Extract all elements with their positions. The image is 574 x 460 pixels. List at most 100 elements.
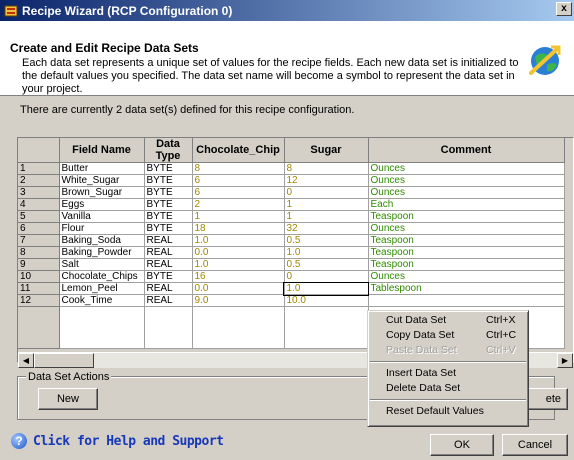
menu-item-reset-default-values[interactable]: Reset Default Values [368,404,528,419]
table-row[interactable]: 3 Brown_Sugar BYTE 6 0 Ounces [18,186,565,199]
table-row[interactable]: 6 Flour BYTE 18 32 Ounces [18,222,565,235]
table-row[interactable]: 11 Lemon_Peel REAL 0.0 1.0 Tablespoon [18,281,565,296]
help-link-label[interactable]: Click for Help and Support [33,434,224,449]
field-name-cell[interactable]: Vanilla [59,210,145,223]
row-number[interactable]: 6 [18,222,60,235]
data-type-cell[interactable]: REAL [144,294,193,307]
chocolate-chip-cell[interactable]: 16 [192,270,285,283]
field-name-cell[interactable]: Butter [59,162,145,175]
table-row[interactable]: 1 Butter BYTE 8 8 Ounces [18,162,565,175]
table-row[interactable]: 7 Baking_Soda REAL 1.0 0.5 Teaspoon [18,234,565,247]
data-type-cell[interactable]: BYTE [144,270,193,283]
chocolate-chip-cell[interactable]: 1 [192,210,285,223]
comment-cell[interactable]: Ounces [368,174,565,187]
table-row[interactable]: 4 Eggs BYTE 2 1 Each [18,198,565,211]
row-number[interactable]: 1 [18,162,60,175]
sugar-cell[interactable]: 8 [284,162,369,175]
field-name-cell[interactable]: Baking_Soda [59,234,145,247]
ok-button[interactable]: OK [430,434,494,456]
scroll-left-arrow-icon[interactable]: ◀ [18,353,34,368]
comment-cell[interactable]: Ounces [368,186,565,199]
comment-cell[interactable]: Tablespoon [368,282,565,295]
row-number[interactable]: 8 [18,246,60,259]
comment-cell[interactable]: Each [368,198,565,211]
comment-cell[interactable]: Ounces [368,222,565,235]
field-name-cell[interactable]: White_Sugar [59,174,145,187]
field-name-cell[interactable]: Cook_Time [59,294,145,307]
row-number[interactable]: 7 [18,234,60,247]
chocolate-chip-cell[interactable]: 8 [192,162,285,175]
sugar-cell[interactable]: 0 [284,270,369,283]
chocolate-chip-cell[interactable]: 1.0 [192,234,285,247]
row-number[interactable]: 12 [18,294,60,307]
table-row[interactable]: 10 Chocolate_Chips BYTE 16 0 Ounces [18,270,565,283]
data-type-cell[interactable]: BYTE [144,210,193,223]
comment-cell[interactable]: Ounces [368,162,565,175]
column-header[interactable] [18,138,60,163]
cancel-button[interactable]: Cancel [502,434,568,456]
chocolate-chip-cell[interactable]: 0.0 [192,246,285,259]
sugar-cell[interactable]: 32 [284,222,369,235]
data-type-cell[interactable]: BYTE [144,186,193,199]
column-header-sugar[interactable]: Sugar [284,138,369,163]
column-header-comment[interactable]: Comment [368,138,565,163]
field-name-cell[interactable]: Baking_Powder [59,246,145,259]
sugar-cell[interactable]: 0.5 [284,258,369,271]
table-row[interactable]: 2 White_Sugar BYTE 6 12 Ounces [18,174,565,187]
scroll-thumb[interactable] [34,353,94,368]
data-type-cell[interactable]: REAL [144,246,193,259]
row-number[interactable]: 10 [18,270,60,283]
data-type-cell[interactable]: REAL [144,258,193,271]
sugar-cell[interactable]: 10.0 [284,294,369,307]
table-row[interactable]: 5 Vanilla BYTE 1 1 Teaspoon [18,210,565,223]
table-row[interactable]: 9 Salt REAL 1.0 0.5 Teaspoon [18,258,565,271]
row-number[interactable]: 3 [18,186,60,199]
sugar-cell[interactable]: 1 [284,210,369,223]
menu-item-delete-data-set[interactable]: Delete Data Set [368,381,528,396]
field-name-cell[interactable]: Eggs [59,198,145,211]
table-row[interactable]: 12 Cook_Time REAL 9.0 10.0 [18,294,565,307]
table-row[interactable]: 8 Baking_Powder REAL 0.0 1.0 Teaspoon [18,246,565,259]
chocolate-chip-cell[interactable]: 6 [192,186,285,199]
comment-cell[interactable]: Teaspoon [368,258,565,271]
comment-cell[interactable]: Teaspoon [368,234,565,247]
sugar-cell[interactable]: 1.0 [284,246,369,259]
help-link[interactable]: ? Click for Help and Support [11,433,224,449]
row-number[interactable]: 11 [18,282,60,295]
data-type-cell[interactable]: BYTE [144,198,193,211]
menu-item-cut-data-set[interactable]: Cut Data Set Ctrl+X [368,313,528,328]
sugar-cell[interactable]: 1 [284,198,369,211]
column-header-chocolate-chip[interactable]: Chocolate_Chip [192,138,285,163]
sugar-cell[interactable]: 0 [284,186,369,199]
chocolate-chip-cell[interactable]: 1.0 [192,258,285,271]
scroll-right-arrow-icon[interactable]: ▶ [557,353,573,368]
data-type-cell[interactable]: BYTE [144,222,193,235]
chocolate-chip-cell[interactable]: 18 [192,222,285,235]
column-header-field-name[interactable]: Field Name [59,138,145,163]
new-data-set-button[interactable]: New [38,388,98,410]
data-type-cell[interactable]: REAL [144,234,193,247]
row-number[interactable]: 4 [18,198,60,211]
data-type-cell[interactable]: BYTE [144,174,193,187]
chocolate-chip-cell[interactable]: 0.0 [192,282,285,295]
field-name-cell[interactable]: Chocolate_Chips [59,270,145,283]
sugar-cell[interactable]: 1.0 [283,281,369,296]
field-name-cell[interactable]: Salt [59,258,145,271]
sugar-cell[interactable]: 12 [284,174,369,187]
close-button[interactable]: x [556,2,572,16]
comment-cell[interactable]: Ounces [368,270,565,283]
row-number[interactable]: 9 [18,258,60,271]
comment-cell[interactable] [368,294,565,307]
data-type-cell[interactable]: BYTE [144,162,193,175]
field-name-cell[interactable]: Lemon_Peel [59,282,145,295]
row-number[interactable]: 2 [18,174,60,187]
chocolate-chip-cell[interactable]: 9.0 [192,294,285,307]
sugar-cell[interactable]: 0.5 [284,234,369,247]
row-number[interactable]: 5 [18,210,60,223]
menu-item-insert-data-set[interactable]: Insert Data Set [368,366,528,381]
chocolate-chip-cell[interactable]: 2 [192,198,285,211]
field-name-cell[interactable]: Brown_Sugar [59,186,145,199]
field-name-cell[interactable]: Flour [59,222,145,235]
comment-cell[interactable]: Teaspoon [368,246,565,259]
column-header-data-type[interactable]: Data Type [144,138,193,163]
